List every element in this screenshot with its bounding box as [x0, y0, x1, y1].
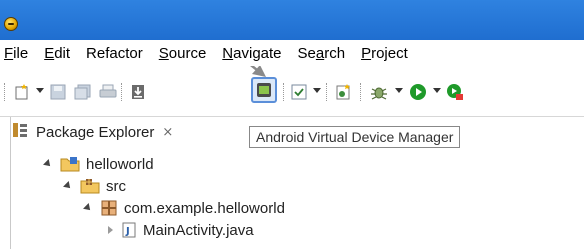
- expand-arrow-icon[interactable]: [83, 203, 93, 213]
- tree-item-project[interactable]: helloworld: [43, 153, 154, 175]
- package-icon: [100, 199, 118, 217]
- new-dropdown-arrow[interactable]: [36, 88, 44, 93]
- debug-dropdown-arrow[interactable]: [395, 88, 403, 93]
- menu-file[interactable]: File: [0, 45, 36, 62]
- tree-item-src[interactable]: src: [63, 175, 126, 197]
- menu-project[interactable]: Project: [353, 45, 416, 62]
- expand-arrow-icon[interactable]: [63, 181, 73, 191]
- toolbar-separator: [121, 83, 122, 101]
- tree-item-label: src: [106, 177, 126, 195]
- debug-icon[interactable]: [368, 82, 390, 102]
- panel-border: [10, 117, 11, 249]
- title-bar: [0, 0, 584, 40]
- task-dropdown-arrow[interactable]: [313, 88, 321, 93]
- menu-edit[interactable]: Edit: [36, 45, 78, 62]
- external-tools-icon[interactable]: [446, 82, 464, 102]
- tab-package-explorer[interactable]: Package Explorer ⨯: [12, 121, 173, 143]
- collapse-arrow-icon[interactable]: [108, 226, 113, 234]
- expand-arrow-icon[interactable]: [43, 159, 53, 169]
- menu-source[interactable]: Source: [151, 45, 215, 62]
- toolbar-separator: [360, 83, 361, 101]
- tooltip-avd-manager: Android Virtual Device Manager: [249, 126, 461, 148]
- new-wizard-icon[interactable]: [12, 82, 32, 102]
- menu-search[interactable]: Search: [290, 45, 354, 62]
- menu-navigate[interactable]: Navigate: [214, 45, 289, 62]
- tree-item-label: helloworld: [86, 155, 154, 173]
- menu-refactor[interactable]: Refactor: [78, 45, 151, 62]
- save-all-icon[interactable]: [74, 82, 92, 102]
- run-icon[interactable]: [408, 82, 428, 102]
- close-icon[interactable]: ⨯: [162, 124, 173, 140]
- avd-manager-icon[interactable]: [251, 77, 277, 103]
- menu-bar: File Edit Refactor Source Navigate Searc…: [0, 40, 584, 66]
- task-icon[interactable]: [290, 82, 308, 102]
- package-explorer-icon: [12, 122, 28, 142]
- tree-item-java-file[interactable]: J MainActivity.java: [108, 219, 254, 241]
- eclipse-app-icon[interactable]: [4, 17, 18, 31]
- new-class-icon[interactable]: [333, 82, 353, 102]
- svg-text:J: J: [125, 226, 130, 237]
- save-icon[interactable]: [49, 82, 67, 102]
- tree-item-label: MainActivity.java: [143, 221, 254, 239]
- tab-label: Package Explorer: [36, 123, 155, 141]
- tree-item-label: com.example.helloworld: [124, 199, 285, 217]
- main-toolbar: [0, 66, 584, 117]
- print-icon[interactable]: [98, 82, 118, 102]
- java-file-icon: J: [121, 222, 137, 238]
- tree-item-package[interactable]: com.example.helloworld: [83, 197, 285, 219]
- toolbar-separator: [283, 83, 284, 101]
- run-dropdown-arrow[interactable]: [433, 88, 441, 93]
- toolbar-separator: [4, 83, 5, 101]
- toolbar-separator: [326, 83, 327, 101]
- project-folder-icon: [60, 156, 80, 172]
- sdk-manager-icon[interactable]: [128, 82, 148, 102]
- source-folder-icon: [80, 178, 100, 194]
